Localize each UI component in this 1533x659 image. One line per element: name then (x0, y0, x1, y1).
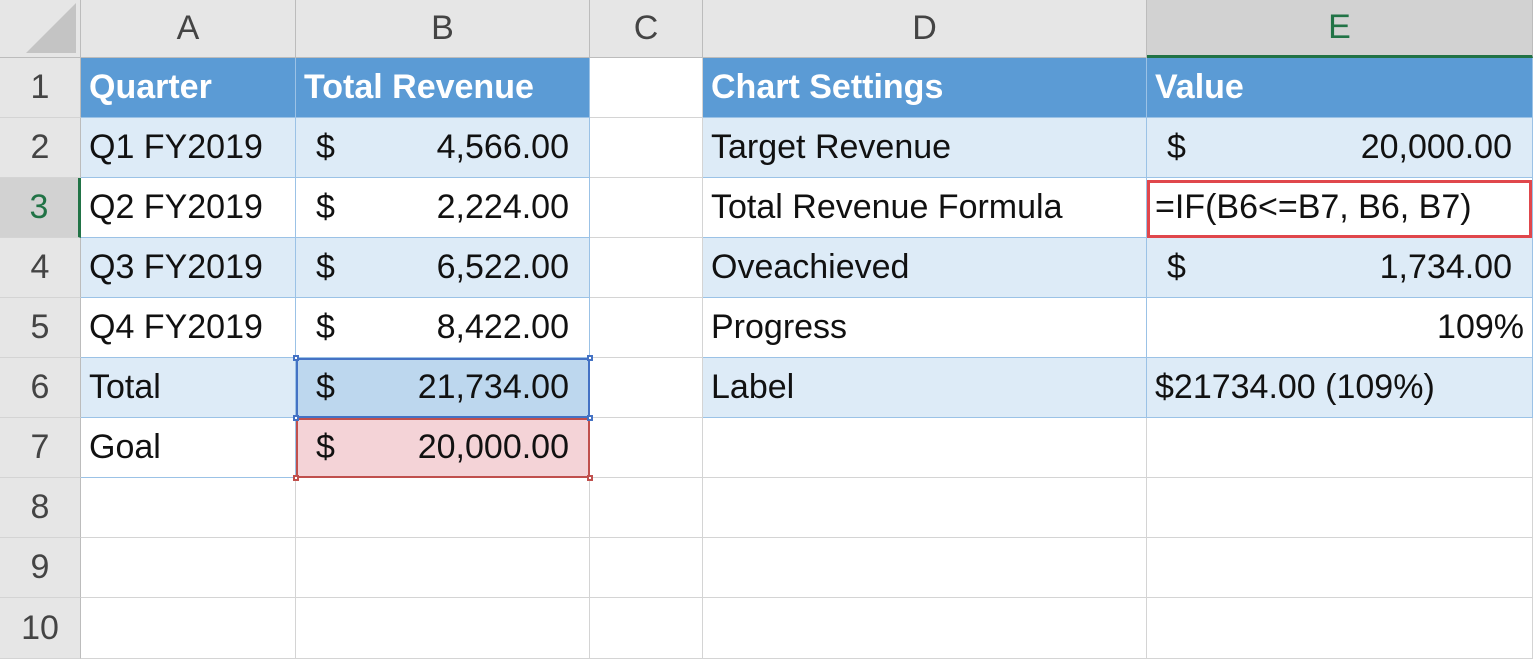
amount: 6,522.00 (436, 248, 569, 286)
amount: 1,734.00 (1379, 248, 1512, 286)
cell-a3[interactable]: Q2 FY2019 (81, 178, 296, 238)
selection-handle[interactable] (587, 415, 593, 421)
cell-a1-quarter-header[interactable]: Quarter (81, 58, 296, 118)
cell-a6[interactable]: Total (81, 358, 296, 418)
row-header-8[interactable]: 8 (0, 478, 81, 538)
cell-a7[interactable]: Goal (81, 418, 296, 478)
row-header-6[interactable]: 6 (0, 358, 81, 418)
cell-d3[interactable]: Total Revenue Formula (703, 178, 1147, 238)
cell-c8[interactable] (590, 478, 703, 538)
select-all-triangle-icon (26, 3, 76, 53)
selection-handle[interactable] (293, 475, 299, 481)
cell-d5[interactable]: Progress (703, 298, 1147, 358)
row-header-5[interactable]: 5 (0, 298, 81, 358)
cell-b7-goal-selected[interactable]: $ 20,000.00 (296, 418, 590, 478)
cell-d7[interactable] (703, 418, 1147, 478)
cell-d8[interactable] (703, 478, 1147, 538)
currency-symbol: $ (316, 368, 335, 406)
column-header-e[interactable]: E (1147, 0, 1533, 58)
column-header-a[interactable]: A (81, 0, 296, 58)
row-header-9[interactable]: 9 (0, 538, 81, 598)
amount: 20,000.00 (1360, 128, 1512, 166)
cell-a9[interactable] (81, 538, 296, 598)
cell-c4[interactable] (590, 238, 703, 298)
cell-b6-total-selected[interactable]: $ 21,734.00 (296, 358, 590, 418)
selection-handle[interactable] (587, 475, 593, 481)
cell-b2[interactable]: $ 4,566.00 (296, 118, 590, 178)
cell-c10[interactable] (590, 598, 703, 659)
cell-a2[interactable]: Q1 FY2019 (81, 118, 296, 178)
cell-e4[interactable]: $ 1,734.00 (1147, 238, 1533, 298)
spreadsheet-grid: A B C D E 1 2 3 4 5 6 7 8 9 10 Quarter T… (0, 0, 1533, 659)
cell-b8[interactable] (296, 478, 590, 538)
currency-symbol: $ (316, 188, 335, 226)
cell-b4[interactable]: $ 6,522.00 (296, 238, 590, 298)
cell-b9[interactable] (296, 538, 590, 598)
cell-c2[interactable] (590, 118, 703, 178)
cell-e7[interactable] (1147, 418, 1533, 478)
currency-symbol: $ (1167, 128, 1186, 166)
cell-c5[interactable] (590, 298, 703, 358)
cell-e10[interactable] (1147, 598, 1533, 659)
row-header-7[interactable]: 7 (0, 418, 81, 478)
selection-handle[interactable] (293, 415, 299, 421)
column-header-c[interactable]: C (590, 0, 703, 58)
cell-b3[interactable]: $ 2,224.00 (296, 178, 590, 238)
selection-handle[interactable] (293, 355, 299, 361)
cell-a10[interactable] (81, 598, 296, 659)
row-header-2[interactable]: 2 (0, 118, 81, 178)
cell-d1-chart-settings-header[interactable]: Chart Settings (703, 58, 1147, 118)
cell-c1[interactable] (590, 58, 703, 118)
amount: 2,224.00 (436, 188, 569, 226)
cell-e2[interactable]: $ 20,000.00 (1147, 118, 1533, 178)
cell-e6[interactable]: $21734.00 (109%) (1147, 358, 1533, 418)
cell-d4[interactable]: Oveachieved (703, 238, 1147, 298)
selection-handle[interactable] (587, 355, 593, 361)
row-header-3[interactable]: 3 (0, 178, 81, 238)
cell-b1-total-revenue-header[interactable]: Total Revenue (296, 58, 590, 118)
currency-symbol: $ (316, 248, 335, 286)
select-all-corner[interactable] (0, 0, 81, 58)
column-header-b[interactable]: B (296, 0, 590, 58)
cell-e3-formula-active[interactable]: =IF(B6<=B7, B6, B7) (1147, 178, 1533, 238)
cell-b5[interactable]: $ 8,422.00 (296, 298, 590, 358)
row-header-1[interactable]: 1 (0, 58, 81, 118)
column-header-d[interactable]: D (703, 0, 1147, 58)
currency-symbol: $ (316, 308, 335, 346)
cell-c6[interactable] (590, 358, 703, 418)
cell-c7[interactable] (590, 418, 703, 478)
currency-symbol: $ (316, 128, 335, 166)
cell-a4[interactable]: Q3 FY2019 (81, 238, 296, 298)
cell-a5[interactable]: Q4 FY2019 (81, 298, 296, 358)
amount: 21,734.00 (417, 368, 569, 406)
currency-symbol: $ (1167, 248, 1186, 286)
cell-c9[interactable] (590, 538, 703, 598)
cell-a8[interactable] (81, 478, 296, 538)
cell-e5[interactable]: 109% (1147, 298, 1533, 358)
cell-c3[interactable] (590, 178, 703, 238)
cell-d6[interactable]: Label (703, 358, 1147, 418)
cell-e9[interactable] (1147, 538, 1533, 598)
amount: 8,422.00 (436, 308, 569, 346)
cell-d2[interactable]: Target Revenue (703, 118, 1147, 178)
cell-d10[interactable] (703, 598, 1147, 659)
cell-e1-value-header[interactable]: Value (1147, 58, 1533, 118)
row-header-10[interactable]: 10 (0, 598, 81, 659)
currency-symbol: $ (316, 428, 335, 466)
amount: 20,000.00 (417, 428, 569, 466)
cell-b10[interactable] (296, 598, 590, 659)
amount: 4,566.00 (436, 128, 569, 166)
cell-d9[interactable] (703, 538, 1147, 598)
row-header-4[interactable]: 4 (0, 238, 81, 298)
cell-e8[interactable] (1147, 478, 1533, 538)
